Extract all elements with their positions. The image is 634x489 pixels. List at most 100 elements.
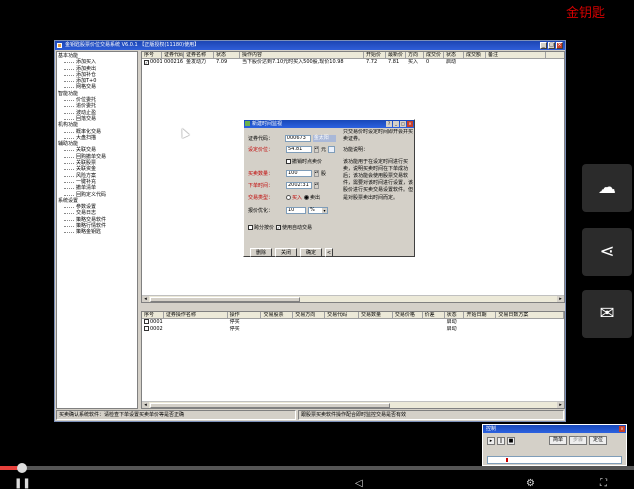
maximize-button[interactable]: □ bbox=[548, 42, 555, 49]
table-cell: 停买 bbox=[229, 319, 240, 325]
row-checkbox[interactable] bbox=[144, 60, 149, 65]
scroll-left-arrow-icon[interactable]: ◂ bbox=[142, 402, 149, 408]
settings-icon[interactable]: ⚙ bbox=[526, 478, 535, 489]
dialog-close-button[interactable]: × bbox=[407, 121, 413, 127]
column-header[interactable]: 开始价 bbox=[364, 52, 386, 58]
table-cell bbox=[164, 326, 228, 333]
sell-radio[interactable]: 卖出 bbox=[304, 194, 320, 201]
time-input[interactable] bbox=[286, 181, 312, 189]
column-header[interactable]: 最新价 bbox=[386, 52, 406, 58]
ok-button[interactable]: 确定 bbox=[300, 248, 322, 257]
progress-knob[interactable] bbox=[16, 463, 27, 473]
column-header[interactable]: 序号 bbox=[142, 312, 164, 318]
pause-button-icon[interactable]: ❚❚ bbox=[14, 478, 31, 489]
delete-button[interactable]: 删除 bbox=[250, 248, 272, 257]
mini-timeline[interactable] bbox=[487, 456, 622, 464]
video-progress-bar[interactable] bbox=[0, 463, 634, 473]
tree-item[interactable]: 策略金钥匙 bbox=[58, 229, 136, 235]
column-header[interactable]: 序号 bbox=[142, 52, 162, 58]
qty-input[interactable] bbox=[286, 169, 312, 177]
table-row[interactable]: 0001 停买 启动 bbox=[142, 319, 564, 326]
scroll-right-arrow-icon[interactable]: ▸ bbox=[557, 402, 564, 408]
scroll-right-arrow-icon[interactable]: ▸ bbox=[557, 296, 564, 302]
cloud-sync-icon[interactable]: ☁ bbox=[582, 164, 632, 212]
auto-trade-checkbox[interactable]: 使用自动交易 bbox=[276, 224, 312, 231]
table-cell bbox=[325, 326, 359, 333]
column-header[interactable]: 状态 bbox=[445, 312, 465, 318]
close-dialog-button[interactable]: 关闭 bbox=[275, 248, 297, 257]
column-header[interactable]: 备注 bbox=[486, 52, 546, 58]
scroll-thumb[interactable] bbox=[150, 403, 390, 408]
column-header[interactable]: 方向 bbox=[406, 52, 424, 58]
column-header[interactable]: 交易数量 bbox=[359, 312, 393, 318]
qty-spinner[interactable]: ▴▾ bbox=[314, 169, 319, 177]
step-button[interactable]: 步骤 bbox=[569, 436, 588, 445]
column-header[interactable]: 交易价格 bbox=[393, 312, 423, 318]
table-cell: 当下股价达到7.10元时买入500股,现价10.98 bbox=[242, 59, 344, 65]
scroll-thumb[interactable] bbox=[150, 297, 300, 302]
column-header[interactable]: 操作 bbox=[228, 312, 262, 318]
table-cell bbox=[464, 59, 486, 66]
column-header[interactable]: 交易日数方案 bbox=[496, 312, 564, 318]
grid-icon[interactable] bbox=[328, 145, 336, 153]
column-header[interactable]: 成交价 bbox=[424, 52, 444, 58]
help-button[interactable]: ? bbox=[386, 121, 392, 127]
fullscreen-icon[interactable]: ⛶ bbox=[600, 478, 607, 489]
tree-item[interactable]: 大盘扫描 bbox=[58, 135, 136, 141]
optimize-unit-select[interactable]: % bbox=[308, 206, 328, 214]
column-header[interactable]: 开始日期 bbox=[464, 312, 497, 318]
column-header[interactable]: 交易方向 bbox=[293, 312, 326, 318]
optimize-input[interactable] bbox=[286, 206, 306, 214]
close-button[interactable]: × bbox=[556, 42, 563, 49]
minimize-button[interactable]: _ bbox=[540, 42, 547, 49]
price-input[interactable] bbox=[286, 145, 312, 153]
column-header[interactable]: 操作内容 bbox=[240, 52, 364, 58]
comment-icon[interactable]: ✉ bbox=[582, 290, 632, 338]
direction-label: 交易类型： bbox=[248, 194, 274, 201]
bottom-horizontal-scrollbar[interactable]: ◂ ▸ bbox=[142, 401, 564, 408]
dialog-maximize-button[interactable]: □ bbox=[400, 121, 406, 127]
tree-item[interactable]: 回购定义代码 bbox=[58, 192, 136, 198]
row-id-cell: 0002 bbox=[142, 326, 164, 333]
status-left: 买卖确认系统软件：请检查下单设置买卖单价等是否正确 bbox=[56, 410, 296, 420]
collapse-button[interactable]: < bbox=[325, 248, 333, 257]
play-icon[interactable]: ▸ bbox=[487, 436, 495, 445]
volume-icon[interactable]: ◁ bbox=[355, 478, 363, 489]
mini-close-icon[interactable]: × bbox=[619, 426, 625, 432]
share-icon[interactable]: ⋖ bbox=[582, 228, 632, 276]
row-checkbox[interactable] bbox=[144, 326, 149, 331]
pane-splitter[interactable] bbox=[141, 303, 565, 311]
simple-button[interactable]: 简单 bbox=[549, 436, 568, 445]
column-header[interactable]: 成交额 bbox=[464, 52, 486, 58]
table-row[interactable]: 0002 停买 启动 bbox=[142, 326, 564, 333]
column-header[interactable]: 状态 bbox=[214, 52, 240, 58]
locate-button[interactable]: 定位 bbox=[589, 436, 608, 445]
scroll-left-arrow-icon[interactable]: ◂ bbox=[142, 296, 149, 302]
table-cell: 0 bbox=[426, 59, 430, 65]
column-header[interactable]: 证券操作名称 bbox=[164, 312, 228, 318]
direction-row: 交易类型： 买入 卖出 bbox=[248, 193, 336, 201]
column-header[interactable]: 价差 bbox=[423, 312, 445, 318]
cancel-checkbox[interactable]: 撤销时点卖价 bbox=[286, 158, 322, 165]
code-input[interactable] bbox=[284, 134, 311, 142]
row-checkbox[interactable] bbox=[144, 319, 149, 324]
time-label: 下单时间： bbox=[248, 182, 274, 189]
table-cell bbox=[325, 319, 359, 326]
tree-item[interactable]: 回落交易 bbox=[58, 116, 136, 122]
table-row[interactable]: 0001000216金发动力 7.09 当下股价达到7.10元时买入500股,现价1… bbox=[142, 59, 564, 66]
dialog-minimize-button[interactable]: _ bbox=[393, 121, 399, 127]
mini-titlebar: 控制 × bbox=[483, 425, 626, 433]
buy-radio[interactable]: 买入 bbox=[286, 194, 302, 201]
column-header[interactable]: 交易股票 bbox=[261, 312, 294, 318]
top-horizontal-scrollbar[interactable]: ◂ ▸ bbox=[142, 295, 564, 302]
jump-checkbox[interactable]: 跨分按价 bbox=[248, 224, 274, 231]
price-spinner[interactable]: ▴▾ bbox=[314, 145, 319, 153]
time-spinner[interactable]: ▴▾ bbox=[314, 181, 319, 189]
column-header[interactable]: 证券代码 bbox=[162, 52, 184, 58]
column-header[interactable]: 证券名称 bbox=[184, 52, 214, 58]
stop-icon[interactable]: ■ bbox=[507, 436, 515, 445]
pause-icon[interactable]: ∥ bbox=[497, 436, 505, 445]
column-header[interactable]: 交易代码 bbox=[325, 312, 359, 318]
column-header[interactable]: 状态 bbox=[444, 52, 464, 58]
tree-item[interactable]: 网格交易 bbox=[58, 84, 136, 90]
